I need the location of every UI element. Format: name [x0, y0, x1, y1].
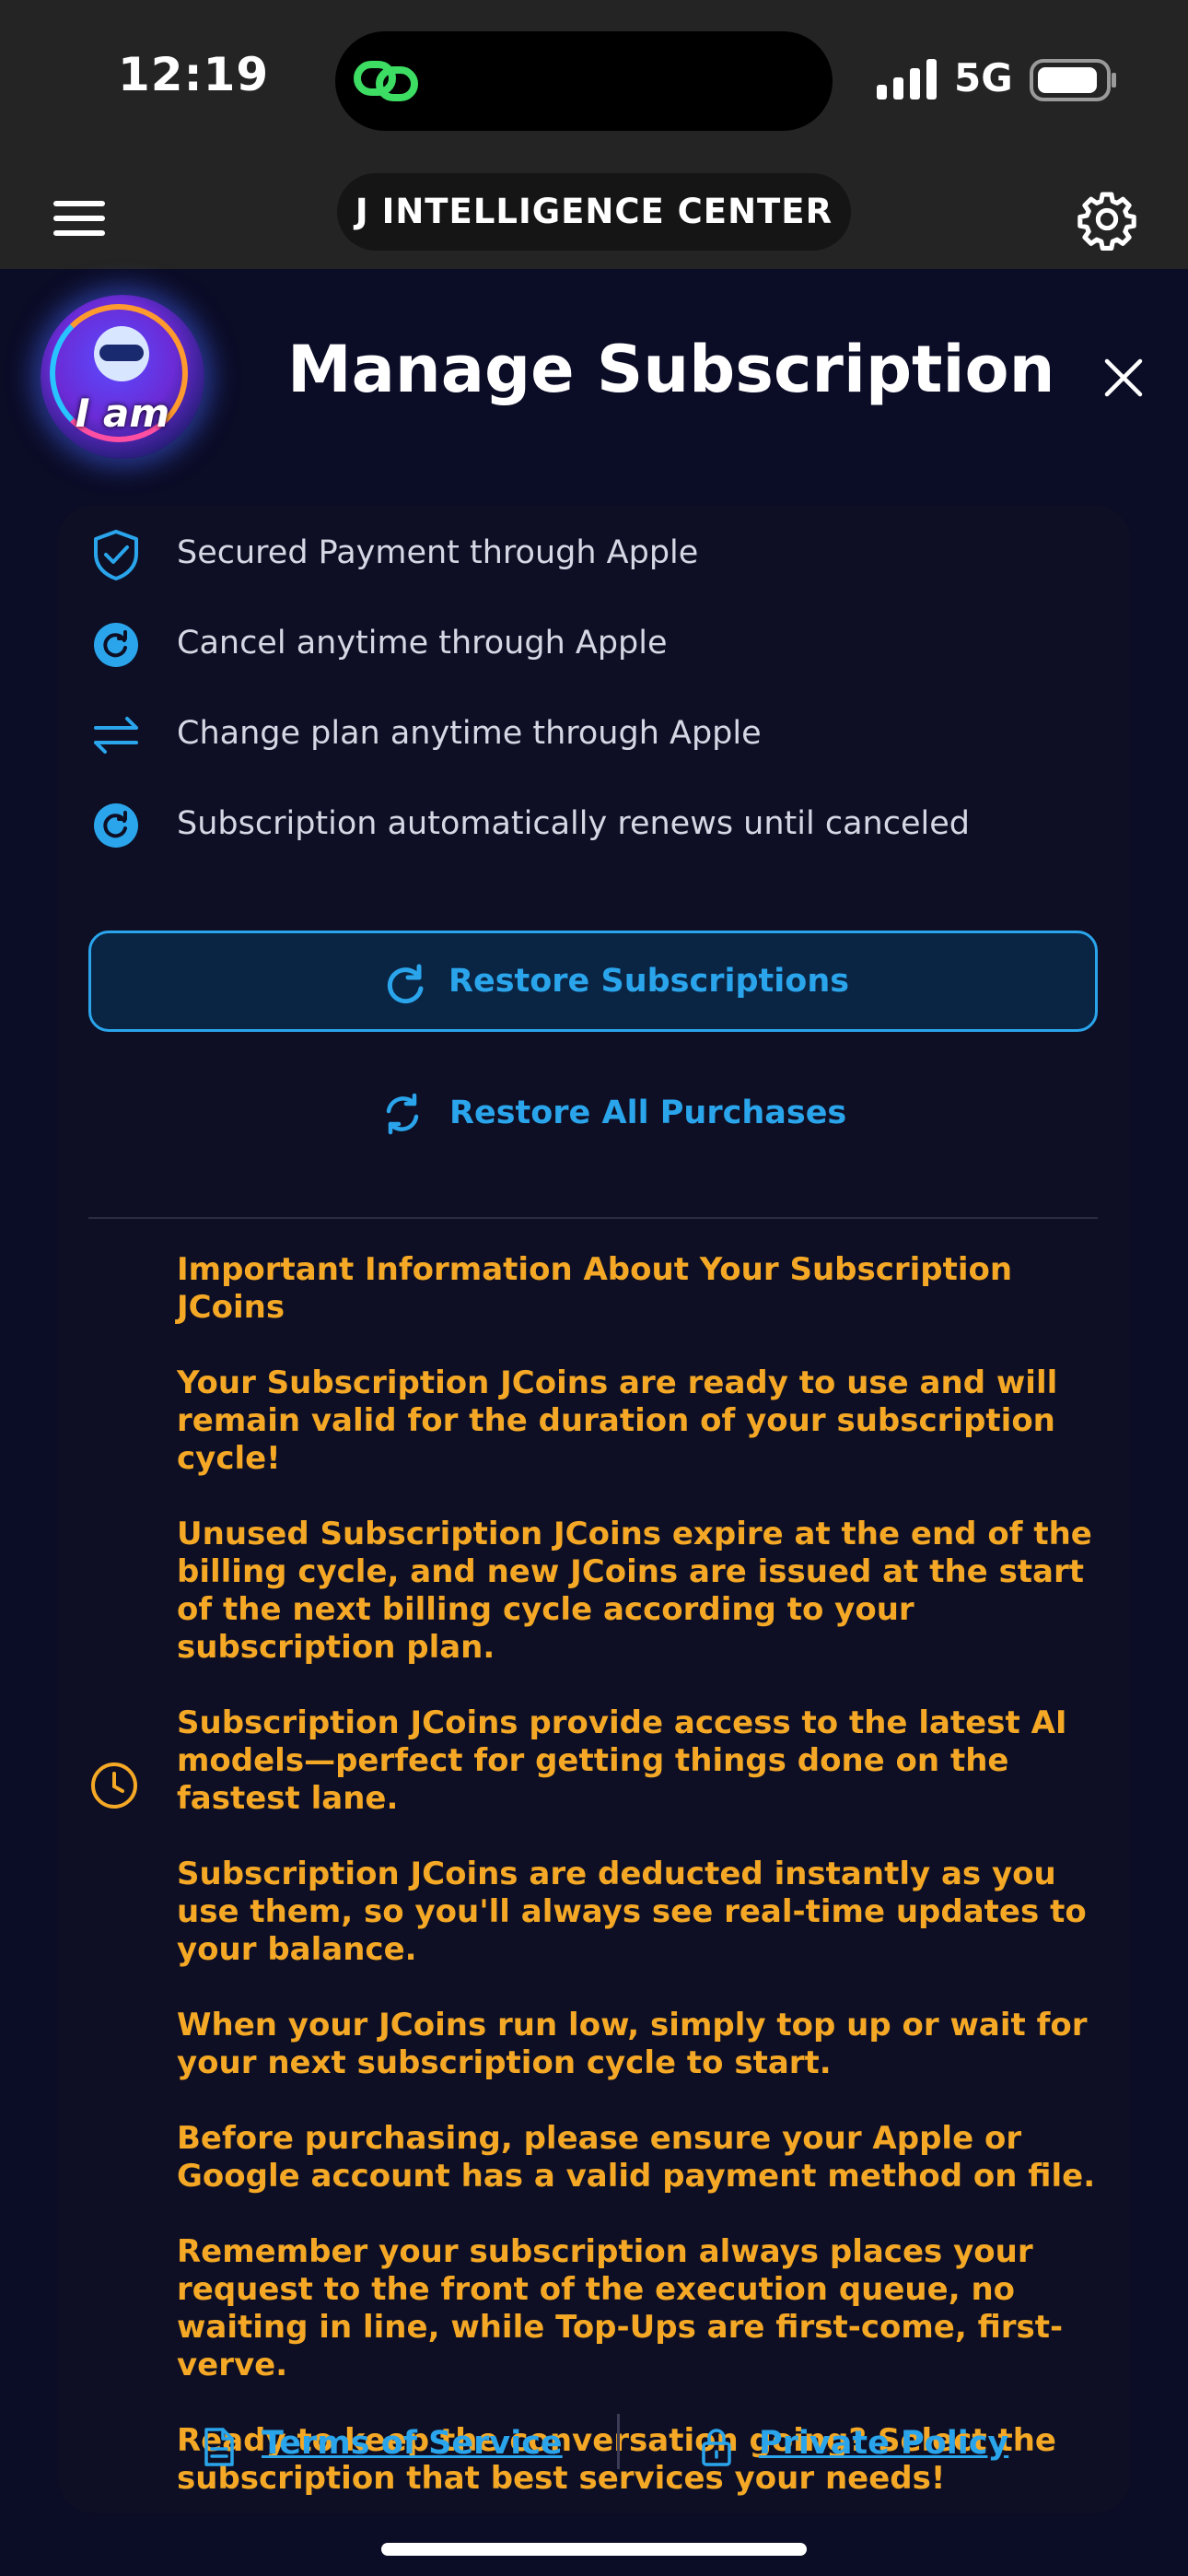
swap-arrows-icon [88, 708, 144, 763]
privacy-policy-label: Private Policy [759, 2425, 1009, 2462]
logo-text: I am [75, 391, 170, 436]
divider [88, 1217, 1098, 1219]
info-paragraph: Your Subscription JCoins are ready to us… [177, 1364, 1058, 1477]
signal-icon [877, 59, 941, 103]
network-type: 5G [954, 55, 1013, 100]
status-time: 12:19 [118, 48, 270, 101]
app-center-title[interactable]: J INTELLIGENCE CENTER [337, 173, 851, 251]
info-paragraph: Unused Subscription JCoins expire at the… [177, 1516, 1092, 1666]
shield-check-icon [88, 527, 144, 582]
close-icon[interactable] [1101, 356, 1146, 404]
battery-icon [1030, 59, 1118, 105]
dynamic-island [335, 31, 833, 131]
subscription-info-text: Important Information About Your Subscri… [177, 1251, 1107, 2535]
gear-icon[interactable] [1076, 188, 1138, 254]
document-icon [201, 2427, 238, 2471]
refresh-icon [382, 961, 428, 1011]
lock-icon [698, 2427, 735, 2471]
info-paragraph: When your JCoins run low, simply top up … [177, 2007, 1088, 2081]
info-paragraph: Remember your subscription always places… [177, 2233, 1064, 2383]
feature-label: Secured Payment through Apple [177, 534, 699, 571]
terms-of-service-label: Terms of Service [262, 2425, 563, 2462]
restore-subscriptions-button[interactable]: Restore Subscriptions [88, 931, 1098, 1032]
info-paragraph: Subscription JCoins are deducted instant… [177, 1856, 1087, 1968]
page-title: Manage Subscription [287, 332, 1055, 407]
sync-icon [379, 1091, 425, 1141]
auto-renew-icon [88, 798, 144, 853]
home-indicator[interactable] [381, 2543, 807, 2556]
cancel-refresh-icon [88, 617, 144, 673]
link-icon [354, 52, 418, 114]
restore-all-purchases-label: Restore All Purchases [449, 1095, 847, 1131]
footer-separator [617, 2414, 620, 2469]
info-paragraph: Important Information About Your Subscri… [177, 1251, 1013, 1326]
app-logo: I am [41, 295, 204, 459]
clock-icon [88, 1760, 140, 1815]
feature-label: Change plan anytime through Apple [177, 715, 762, 752]
info-paragraph: Before purchasing, please ensure your Ap… [177, 2120, 1096, 2195]
hamburger-menu-icon[interactable] [53, 201, 105, 245]
restore-subscriptions-label: Restore Subscriptions [448, 963, 850, 1000]
info-paragraph: Subscription JCoins provide access to th… [177, 1704, 1067, 1817]
feature-label: Subscription automatically renews until … [177, 805, 970, 842]
feature-label: Cancel anytime through Apple [177, 625, 668, 662]
